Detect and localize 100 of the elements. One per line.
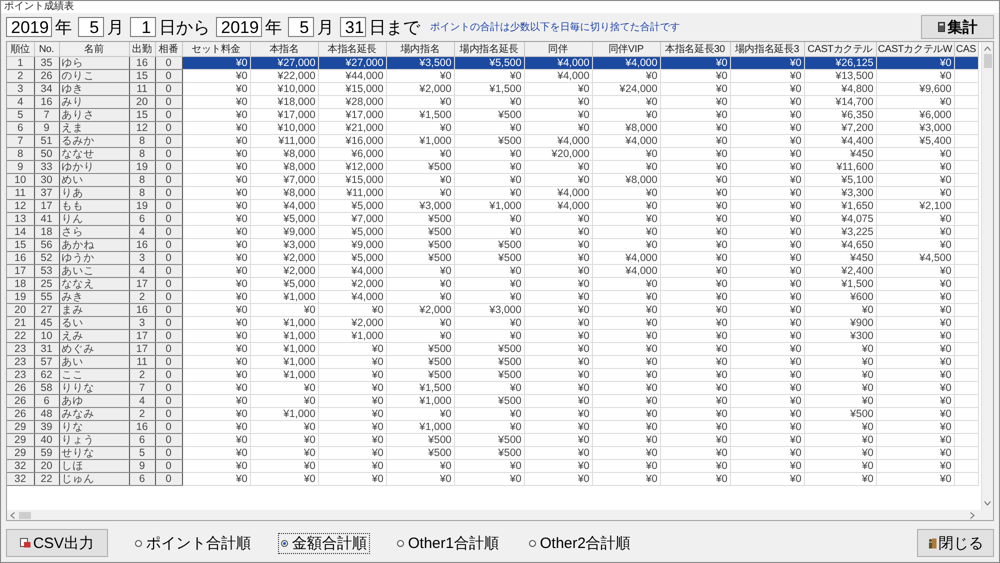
table-row[interactable]: 15 56 あかね 16 0 ¥0 ¥3,000 ¥9,000 ¥500 ¥500 ¥0 ¥0 ¥0 ¥0 ¥4,650 ¥0 bbox=[7, 238, 978, 252]
table-row[interactable]: 21 45 るい 3 0 ¥0 ¥1,000 ¥2,000 ¥0 ¥0 ¥0 ¥0 ¥0 ¥0 ¥900 ¥0 bbox=[7, 316, 978, 330]
table-cell: ¥0 bbox=[386, 122, 454, 134]
date-field[interactable]: 1 bbox=[130, 17, 156, 37]
table-cell: 32 bbox=[7, 460, 34, 472]
total-button[interactable]: 集計 bbox=[921, 15, 994, 39]
table-cell: ¥5,000 bbox=[318, 252, 386, 264]
table-row[interactable]: 26 48 みなみ 2 0 ¥0 ¥1,000 ¥0 ¥0 ¥0 ¥0 ¥0 ¥0 ¥0 ¥500 ¥0 bbox=[7, 408, 978, 420]
table-cell: ¥500 bbox=[454, 394, 524, 408]
close-button[interactable]: 閉じる bbox=[917, 529, 994, 557]
scrollbar-thumb[interactable] bbox=[984, 54, 992, 68]
table-row[interactable]: 5 7 ありさ 15 0 ¥0 ¥17,000 ¥17,000 ¥1,500 ¥500 ¥0 ¥0 ¥0 ¥0 ¥6,350 ¥6,000 bbox=[7, 108, 978, 122]
column-header: 順位 bbox=[7, 42, 34, 56]
table-row[interactable]: 1 35 ゆら 16 0 ¥0 ¥27,000 ¥27,000 ¥3,500 ¥5,500 ¥4,000 ¥4,000 ¥0 ¥0 ¥26,125 ¥0 bbox=[7, 56, 978, 70]
table-cell: 23 bbox=[7, 342, 34, 356]
date-field[interactable]: 2019 bbox=[216, 17, 262, 37]
table-cell: ¥0 bbox=[592, 212, 660, 226]
table-cell: ¥1,000 bbox=[250, 342, 318, 356]
sort-radio[interactable]: ポイント合計順 bbox=[132, 532, 254, 554]
table-cell: ¥0 bbox=[592, 278, 660, 290]
table-cell: ¥0 bbox=[524, 342, 592, 356]
table-cell: ¥500 bbox=[386, 212, 454, 226]
table-row[interactable]: 6 9 えま 12 0 ¥0 ¥10,000 ¥21,000 ¥0 ¥0 ¥0 ¥8,000 ¥0 ¥0 ¥7,200 ¥3,000 bbox=[7, 122, 978, 134]
table-cell: ¥0 bbox=[386, 460, 454, 472]
table-cell: ¥0 bbox=[386, 408, 454, 420]
table-cell: ¥0 bbox=[592, 160, 660, 174]
table-cell: ¥0 bbox=[182, 174, 250, 186]
table-row[interactable]: 10 30 めい 8 0 ¥0 ¥7,000 ¥15,000 ¥0 ¥0 ¥0 ¥8,000 ¥0 ¥0 ¥5,100 ¥0 bbox=[7, 174, 978, 186]
table-row[interactable]: 29 40 りょう 6 0 ¥0 ¥0 ¥0 ¥500 ¥500 ¥0 ¥0 ¥0 ¥0 ¥0 ¥0 bbox=[7, 434, 978, 446]
sort-radio[interactable]: Other1合計順 bbox=[394, 532, 502, 554]
table-cell: ¥5,400 bbox=[876, 134, 954, 148]
table-cell: ¥0 bbox=[730, 434, 804, 446]
table-row[interactable]: 32 22 じゅん 6 0 ¥0 ¥0 ¥0 ¥0 ¥0 ¥0 ¥0 ¥0 ¥0 ¥0 ¥0 bbox=[7, 472, 978, 486]
table-cell: あいこ bbox=[59, 264, 129, 278]
table-cell: ¥0 bbox=[524, 252, 592, 264]
sort-radio[interactable]: Other2合計順 bbox=[526, 532, 634, 554]
date-label: 日まで bbox=[369, 16, 420, 38]
table-row[interactable]: 4 16 みり 20 0 ¥0 ¥18,000 ¥28,000 ¥0 ¥0 ¥0 ¥0 ¥0 ¥0 ¥14,700 ¥0 bbox=[7, 96, 978, 108]
table-row[interactable]: 23 57 あい 11 0 ¥0 ¥1,000 ¥0 ¥500 ¥500 ¥0 ¥0 ¥0 ¥0 ¥0 ¥0 bbox=[7, 356, 978, 368]
date-field[interactable]: 31 bbox=[340, 17, 366, 37]
table-row[interactable]: 16 52 ゆうか 3 0 ¥0 ¥2,000 ¥5,000 ¥500 ¥500 ¥0 ¥4,000 ¥0 ¥0 ¥450 ¥4,500 bbox=[7, 252, 978, 264]
table-cell: りりな bbox=[59, 382, 129, 394]
table-row[interactable]: 11 37 りあ 8 0 ¥0 ¥8,000 ¥11,000 ¥0 ¥0 ¥4,000 ¥0 ¥0 ¥0 ¥3,300 ¥0 bbox=[7, 186, 978, 200]
table-cell: ¥0 bbox=[592, 342, 660, 356]
table-row[interactable]: 18 25 ななえ 17 0 ¥0 ¥5,000 ¥2,000 ¥0 ¥0 ¥0 ¥0 ¥0 ¥0 ¥1,500 ¥0 bbox=[7, 278, 978, 290]
table-row[interactable]: 2 26 のりこ 15 0 ¥0 ¥22,000 ¥44,000 ¥0 ¥0 ¥4,000 ¥0 ¥0 ¥0 ¥13,500 ¥0 bbox=[7, 70, 978, 82]
scroll-down-icon[interactable] bbox=[984, 501, 991, 506]
table-row[interactable]: 3 34 ゆき 11 0 ¥0 ¥10,000 ¥15,000 ¥2,000 ¥1,500 ¥0 ¥24,000 ¥0 ¥0 ¥4,800 ¥9,600 bbox=[7, 82, 978, 96]
table-row[interactable]: 13 41 りん 6 0 ¥0 ¥5,000 ¥7,000 ¥500 ¥0 ¥0 ¥0 ¥0 ¥0 ¥4,075 ¥0 bbox=[7, 212, 978, 226]
table-cell: 8 bbox=[7, 148, 34, 160]
table-cell: ¥0 bbox=[182, 472, 250, 486]
table-cell: ¥0 bbox=[386, 70, 454, 82]
table-cell: ¥500 bbox=[454, 108, 524, 122]
table-cell: ¥3,000 bbox=[250, 238, 318, 252]
table-row[interactable]: 12 17 もも 19 0 ¥0 ¥4,000 ¥5,000 ¥3,000 ¥1,000 ¥4,000 ¥0 ¥0 ¥0 ¥1,650 ¥2,100 bbox=[7, 200, 978, 212]
scrollbar-thumb[interactable] bbox=[19, 512, 31, 518]
table-cell: めい bbox=[59, 174, 129, 186]
sort-radio[interactable]: 金額合計順 bbox=[278, 532, 370, 554]
table-cell: ¥0 bbox=[386, 96, 454, 108]
table-cell: ¥0 bbox=[592, 70, 660, 82]
table-cell: ¥0 bbox=[592, 394, 660, 408]
table-cell: ¥0 bbox=[182, 420, 250, 434]
table-row[interactable]: 29 39 りな 16 0 ¥0 ¥0 ¥0 ¥1,000 ¥0 ¥0 ¥0 ¥0 ¥0 ¥0 ¥0 bbox=[7, 420, 978, 434]
table-cell: ¥0 bbox=[730, 420, 804, 434]
date-field[interactable]: 5 bbox=[288, 17, 314, 37]
table-row[interactable]: 23 62 ここ 2 0 ¥0 ¥1,000 ¥0 ¥500 ¥500 ¥0 ¥0 ¥0 ¥0 ¥0 ¥0 bbox=[7, 368, 978, 382]
table-cell: ¥500 bbox=[454, 368, 524, 382]
table-cell: ¥0 bbox=[386, 330, 454, 342]
table-row[interactable]: 23 31 めぐみ 17 0 ¥0 ¥1,000 ¥0 ¥500 ¥500 ¥0 ¥0 ¥0 ¥0 ¥0 ¥0 bbox=[7, 342, 978, 356]
date-field[interactable]: 5 bbox=[78, 17, 104, 37]
table-cell: ¥0 bbox=[876, 212, 954, 226]
table-cell: ¥500 bbox=[386, 238, 454, 252]
table-cell: ¥0 bbox=[730, 252, 804, 264]
table-cell: ¥10,000 bbox=[250, 122, 318, 134]
scroll-left-icon[interactable] bbox=[10, 512, 15, 518]
date-field[interactable]: 2019 bbox=[6, 17, 52, 37]
table-row[interactable]: 22 10 えみ 17 0 ¥0 ¥1,000 ¥1,000 ¥0 ¥0 ¥0 ¥0 ¥0 ¥0 ¥300 ¥0 bbox=[7, 330, 978, 342]
table-row[interactable]: 29 59 せりな 5 0 ¥0 ¥0 ¥0 ¥500 ¥500 ¥0 ¥0 ¥0 ¥0 ¥0 ¥0 bbox=[7, 446, 978, 460]
table-cell: ¥2,000 bbox=[318, 278, 386, 290]
table-cell: ¥0 bbox=[592, 290, 660, 304]
table-row[interactable]: 7 51 るみか 8 0 ¥0 ¥11,000 ¥16,000 ¥1,000 ¥500 ¥4,000 ¥4,000 ¥0 ¥0 ¥4,400 ¥5,400 bbox=[7, 134, 978, 148]
table-cell: ¥0 bbox=[524, 278, 592, 290]
table-cell: ¥0 bbox=[876, 460, 954, 472]
table-row[interactable]: 19 55 みき 2 0 ¥0 ¥1,000 ¥4,000 ¥0 ¥0 ¥0 ¥0 ¥0 ¥0 ¥600 ¥0 bbox=[7, 290, 978, 304]
table-row[interactable]: 17 53 あいこ 4 0 ¥0 ¥2,000 ¥4,000 ¥0 ¥0 ¥0 ¥4,000 ¥0 ¥0 ¥2,400 ¥0 bbox=[7, 264, 978, 278]
table-cell: ¥0 bbox=[524, 264, 592, 278]
table-row[interactable]: 26 6 あゆ 4 0 ¥0 ¥0 ¥0 ¥1,000 ¥500 ¥0 ¥0 ¥0 ¥0 ¥0 ¥0 bbox=[7, 394, 978, 408]
table-cell: ¥0 bbox=[182, 212, 250, 226]
table-cell: ¥0 bbox=[876, 290, 954, 304]
scroll-right-icon[interactable] bbox=[970, 512, 975, 518]
table-row[interactable]: 14 18 さら 4 0 ¥0 ¥9,000 ¥5,000 ¥500 ¥0 ¥0 ¥0 ¥0 ¥0 ¥3,225 ¥0 bbox=[7, 226, 978, 238]
table-row[interactable]: 26 58 りりな 7 0 ¥0 ¥0 ¥0 ¥1,500 ¥0 ¥0 ¥0 ¥0 ¥0 ¥0 ¥0 bbox=[7, 382, 978, 394]
table-row[interactable]: 8 50 ななせ 8 0 ¥0 ¥8,000 ¥6,000 ¥0 ¥0 ¥20,000 ¥0 ¥0 ¥0 ¥450 ¥0 bbox=[7, 148, 978, 160]
table-row[interactable]: 20 27 まみ 16 0 ¥0 ¥0 ¥0 ¥2,000 ¥3,000 ¥0 ¥0 ¥0 ¥0 ¥0 ¥0 bbox=[7, 304, 978, 316]
table-row[interactable]: 32 20 しほ 9 0 ¥0 ¥0 ¥0 ¥0 ¥0 ¥0 ¥0 ¥0 ¥0 ¥0 ¥0 bbox=[7, 460, 978, 472]
scroll-up-icon[interactable] bbox=[984, 46, 991, 51]
table-row[interactable]: 9 33 ゆかり 19 0 ¥0 ¥8,000 ¥12,000 ¥500 ¥0 ¥0 ¥0 ¥0 ¥0 ¥11,600 ¥0 bbox=[7, 160, 978, 174]
csv-button[interactable]: CSV出力 bbox=[6, 529, 108, 557]
table-cell: ¥0 bbox=[318, 460, 386, 472]
table-cell: ¥0 bbox=[804, 472, 876, 486]
